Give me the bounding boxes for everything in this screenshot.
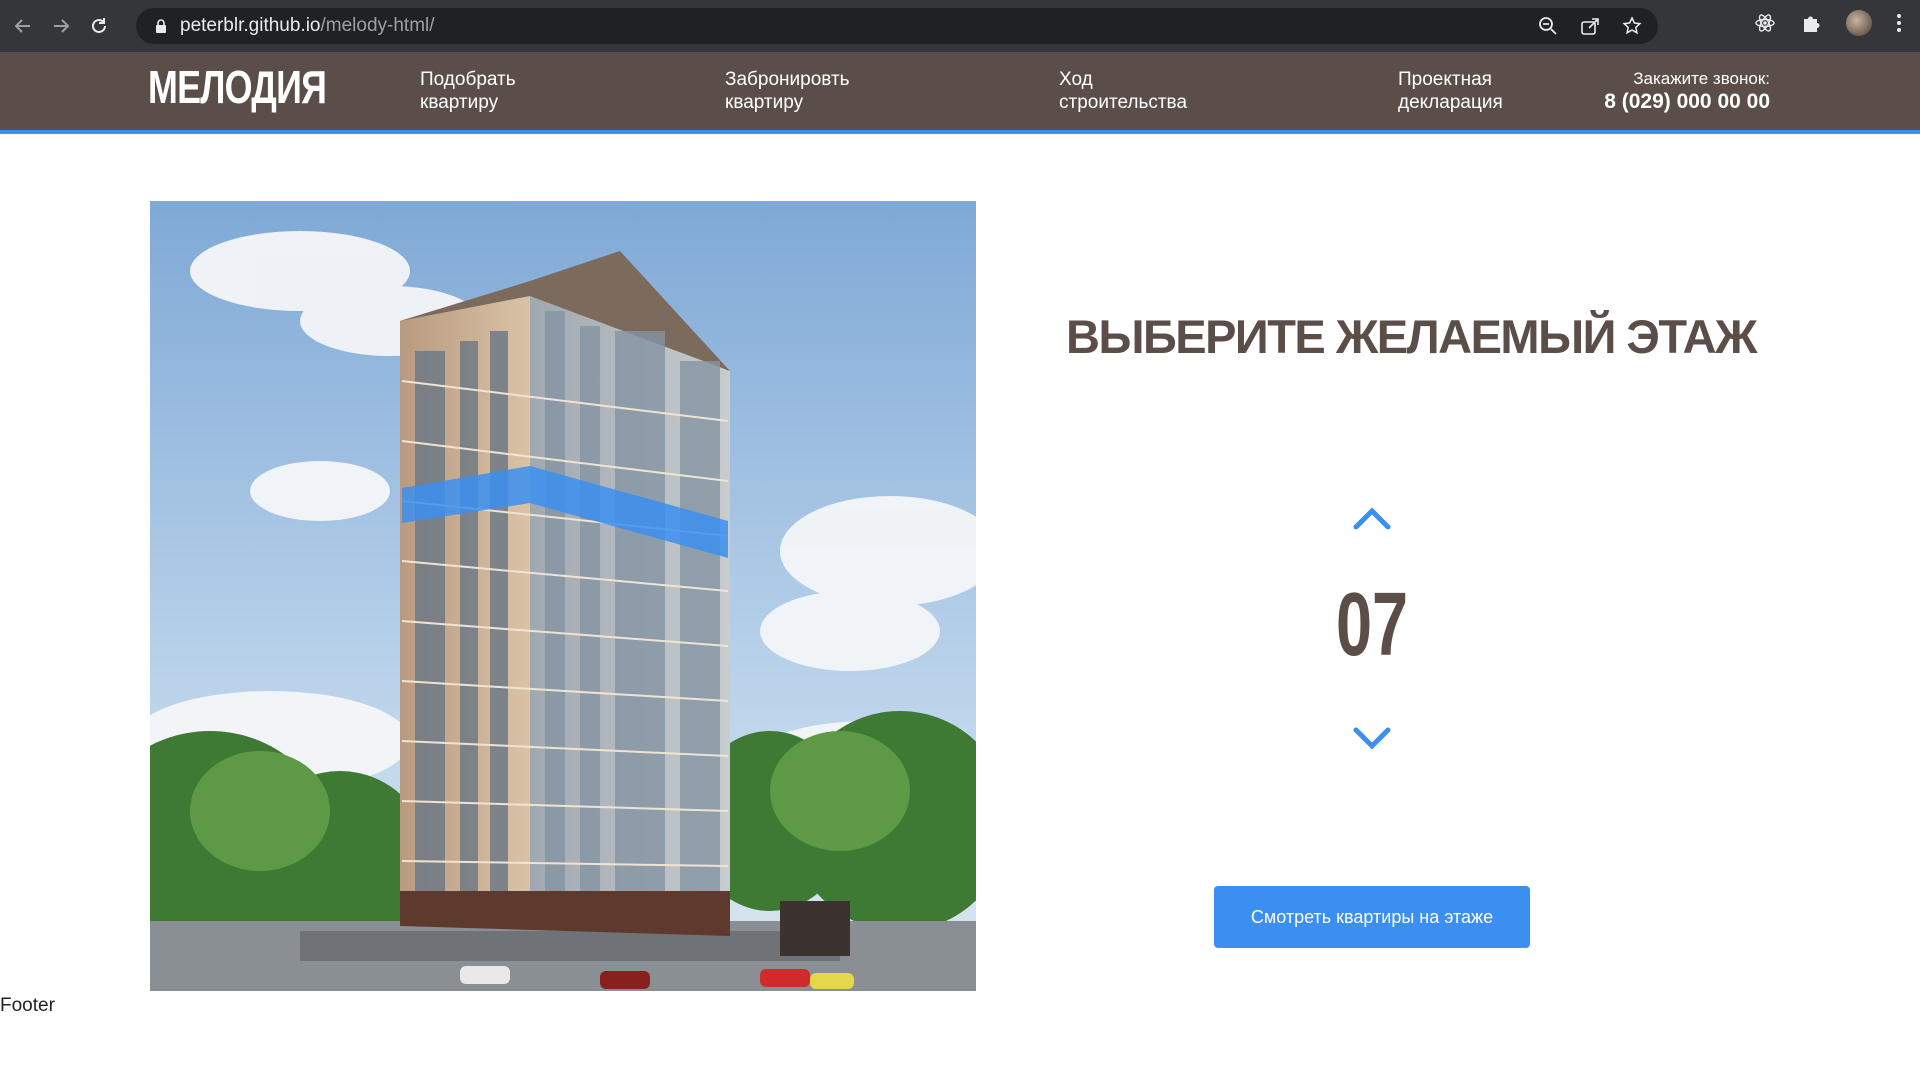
site-logo[interactable]: МЕЛОДИЯ xyxy=(148,60,327,114)
nav-label-line1: Забронировть xyxy=(725,69,850,90)
building-image xyxy=(150,201,976,991)
browser-toolbar: peterblr.github.io/melody-html/ xyxy=(0,0,1920,52)
floor-up-chevron-icon[interactable] xyxy=(1352,503,1392,531)
nav-book-apartment[interactable]: Забронировть квартиру xyxy=(725,68,925,114)
nav-label-line2: квартиру xyxy=(725,92,804,113)
reload-icon[interactable] xyxy=(84,11,114,41)
react-devtools-icon[interactable] xyxy=(1754,12,1776,34)
site-header: МЕЛОДИЯ Подобрать квартиру Забронировть … xyxy=(0,52,1920,134)
nav-label-line2: квартиру xyxy=(420,92,499,113)
forward-icon[interactable] xyxy=(46,11,76,41)
kebab-menu-icon[interactable] xyxy=(1896,12,1902,34)
url-path: /melody-html/ xyxy=(320,15,435,36)
footer: Footer xyxy=(0,995,55,1016)
phone-number[interactable]: 8 (029) 000 00 00 xyxy=(1604,90,1770,114)
nav-label-line2: декларация xyxy=(1398,92,1503,113)
extensions-puzzle-icon[interactable] xyxy=(1800,12,1822,34)
page-heading: ВЫБЕРИТЕ ЖЕЛАЕМЫЙ ЭТАЖ xyxy=(1066,310,1758,364)
callback-label: Закажите звонок: xyxy=(1633,69,1770,88)
nav-label-line2: строительства xyxy=(1059,92,1188,113)
nav-label-line1: Проектная xyxy=(1398,69,1492,90)
nav-project-declaration[interactable]: Проектная декларация xyxy=(1398,68,1598,114)
nav-choose-apartment[interactable]: Подобрать квартиру xyxy=(420,68,620,114)
profile-avatar[interactable] xyxy=(1846,10,1872,36)
back-icon[interactable] xyxy=(8,11,38,41)
share-icon[interactable] xyxy=(1580,16,1600,36)
floor-down-chevron-icon[interactable] xyxy=(1352,726,1392,754)
address-bar[interactable]: peterblr.github.io/melody-html/ xyxy=(136,8,1658,44)
nav-construction-progress[interactable]: Ход строительства xyxy=(1059,68,1259,114)
nav-label-line1: Подобрать xyxy=(420,69,516,90)
view-floor-apartments-button[interactable]: Смотреть квартиры на этаже xyxy=(1214,886,1530,948)
url-host: peterblr.github.io xyxy=(180,15,321,36)
lock-icon xyxy=(156,19,166,33)
floor-number: 07 xyxy=(1335,575,1409,675)
bookmark-star-icon[interactable] xyxy=(1622,16,1642,36)
zoom-icon[interactable] xyxy=(1538,16,1558,36)
callback-block[interactable]: Закажите звонок: 8 (029) 000 00 00 xyxy=(1604,68,1770,114)
nav-label-line1: Ход xyxy=(1059,69,1093,90)
